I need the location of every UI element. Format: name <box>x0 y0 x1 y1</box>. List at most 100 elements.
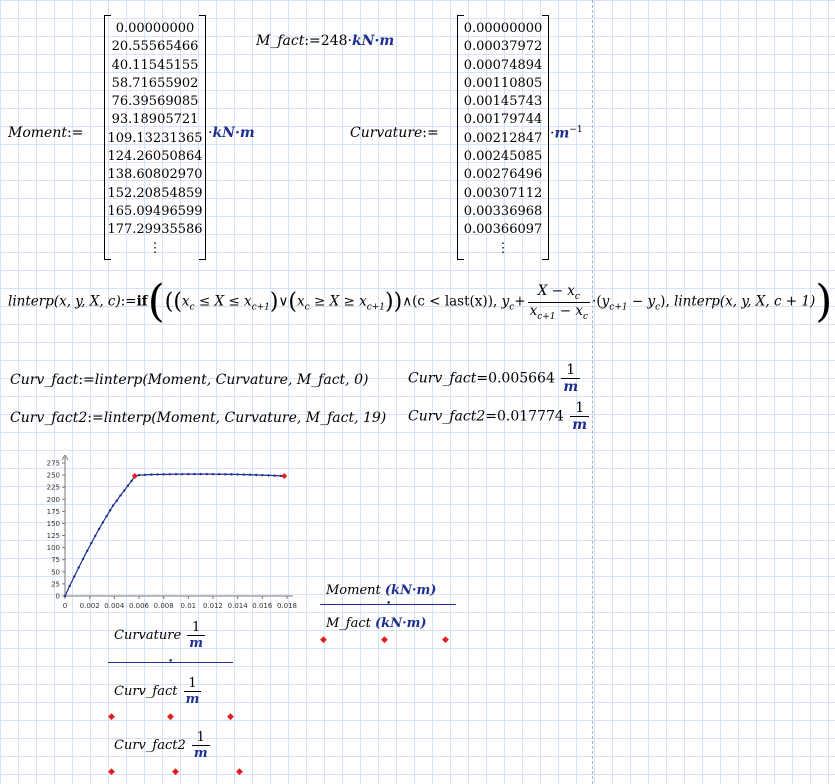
curv-fact2-result[interactable]: Curv_fact2=0.017774 1m <box>408 400 591 433</box>
x-tick-label: 0.01 <box>181 602 197 610</box>
data-point <box>156 473 159 476</box>
x-trace-2-label[interactable]: Curv_fact 1m <box>114 676 203 707</box>
data-point <box>236 473 239 476</box>
x-tick-label: 0.014 <box>228 602 249 610</box>
curvature-values: 0.00000000 0.00037972 0.00074894 0.00110805… <box>458 15 548 258</box>
y-tick-label: 75 <box>51 556 60 564</box>
moment-unit: ·kN·m <box>208 125 255 141</box>
moment-value: 177.29935586 <box>107 222 203 238</box>
data-point <box>111 504 115 507</box>
data-point <box>224 473 227 476</box>
moment-curvature-chart[interactable]: 0 0.002 0.004 0.006 0.008 0.01 0.012 0.014 0.016… <box>20 455 300 615</box>
data-point <box>193 472 196 476</box>
moment-value: 58.71655902 <box>111 75 199 91</box>
curvature-value: 0.00179744 <box>463 112 543 128</box>
x-trace-2-marker-left: ◆ <box>108 712 115 722</box>
moment-value: 0.00000000 <box>115 21 195 36</box>
data-point <box>217 473 221 476</box>
moment-value: 40.11545155 <box>111 57 199 73</box>
data-point <box>126 484 130 487</box>
data-point <box>63 594 67 598</box>
moment-value: 76.39569085 <box>111 94 199 110</box>
data-point <box>123 489 126 492</box>
data-point <box>68 584 71 588</box>
moment-value: 152.20854859 <box>107 185 203 201</box>
y-trace-2-marker-mid: ◆ <box>381 635 388 645</box>
moment-value: 109.13231365 <box>107 130 203 146</box>
curvature-value: 0.00145743 <box>463 94 543 110</box>
matrix-left-bracket <box>104 15 111 260</box>
x-tick-label: 0 <box>63 602 67 610</box>
x-trace-3-label[interactable]: Curv_fact2 1m <box>114 730 212 761</box>
curvature-value: 0.00037972 <box>463 39 543 55</box>
moment-matrix[interactable]: 0.00000000 20.55565466 40.11545155 58.71655… <box>104 15 206 260</box>
data-point <box>90 542 93 545</box>
moment-value: ⋮ <box>148 240 162 256</box>
x-tick-label: 0.002 <box>80 602 100 610</box>
data-point <box>248 473 252 476</box>
y-tick-label: 100 <box>47 544 60 552</box>
curv-fact2-definition[interactable]: Curv_fact2:=linterp(Moment, Curvature, M… <box>10 410 386 426</box>
m-fact-definition[interactable]: M_fact:=248·kN·m <box>256 33 394 49</box>
x-tick-label: 0.004 <box>104 602 125 610</box>
data-point <box>211 472 215 476</box>
x-trace-3-marker-left: ◆ <box>108 767 115 777</box>
y-tick-label: 25 <box>51 580 60 588</box>
data-point <box>137 473 141 477</box>
y-trace-2-label[interactable]: M_fact (kN·m) <box>326 616 427 631</box>
x-trace-3-marker-mid: ◆ <box>172 767 179 777</box>
data-point <box>105 514 108 518</box>
y-trace-1-label[interactable]: Moment (kN·m) <box>326 583 436 598</box>
data-point <box>73 575 76 578</box>
y-tick-label: 200 <box>47 496 60 504</box>
moment-values: 0.00000000 20.55565466 40.11545155 58.71655… <box>105 15 205 258</box>
matrix-right-bracket <box>199 15 206 260</box>
data-point <box>187 472 190 476</box>
data-point <box>199 472 202 476</box>
data-point <box>230 473 233 476</box>
linterp-definition[interactable]: linterp(x, y, X, c):=if(((xc ≤ X ≤ xc+1)… <box>8 280 832 324</box>
curv-fact-definition[interactable]: Curv_fact:=linterp(Moment, Curvature, M_… <box>10 372 368 388</box>
y-tick-label: 50 <box>51 568 60 576</box>
curvature-value: 0.00245085 <box>463 149 543 165</box>
x-trace-3-marker-right: ◆ <box>236 767 243 777</box>
x-tick-label: 0.008 <box>154 602 174 610</box>
curvature-label[interactable]: Curvature:= <box>350 125 439 141</box>
data-point <box>254 473 258 477</box>
curvature-matrix[interactable]: 0.00000000 0.00037972 0.00074894 0.00110805… <box>457 15 549 260</box>
curv-fact-result[interactable]: Curv_fact=0.005664 1m <box>408 362 582 395</box>
y-tick-label: 150 <box>47 520 60 528</box>
data-point <box>119 494 122 497</box>
data-point <box>94 534 97 538</box>
y-tick-label: 275 <box>47 460 60 468</box>
x-trace-2-marker-mid: ◆ <box>167 712 174 722</box>
y-trace-2-marker-left: ◆ <box>320 635 327 645</box>
data-point <box>150 473 153 476</box>
data-point <box>108 509 112 512</box>
data-point <box>97 527 101 531</box>
x-trace-1-marker: • <box>168 657 174 667</box>
data-point <box>205 472 209 476</box>
x-tick-label: 0.006 <box>129 602 150 610</box>
moment-value: 138.60802970 <box>107 167 203 183</box>
curvature-value: 0.00366097 <box>463 222 543 238</box>
x-trace-2-marker-right: ◆ <box>227 712 234 722</box>
y-trace-2-marker-right: ◆ <box>442 635 449 645</box>
data-point <box>130 479 133 483</box>
moment-label[interactable]: Moment:= <box>8 125 83 141</box>
x-trace-1-label[interactable]: Curvature 1m <box>114 620 207 651</box>
matrix-right-bracket <box>542 15 549 260</box>
moment-value: 20.55565466 <box>111 39 199 55</box>
curvature-value: 0.00000000 <box>463 21 543 36</box>
x-tick-label: 0.016 <box>252 602 273 610</box>
moment-value: 93.18905721 <box>111 112 199 128</box>
moment-value: 165.09496599 <box>107 203 203 219</box>
curvature-value: 0.00276496 <box>463 167 543 183</box>
moment-value: 124.26050864 <box>107 149 203 165</box>
data-point <box>267 474 270 477</box>
curvature-value: 0.00336968 <box>463 203 543 219</box>
data-point <box>81 557 85 561</box>
y-tick-label: 125 <box>47 532 60 540</box>
page-boundary-line <box>592 0 593 784</box>
curvature-value: 0.00307112 <box>463 185 543 201</box>
